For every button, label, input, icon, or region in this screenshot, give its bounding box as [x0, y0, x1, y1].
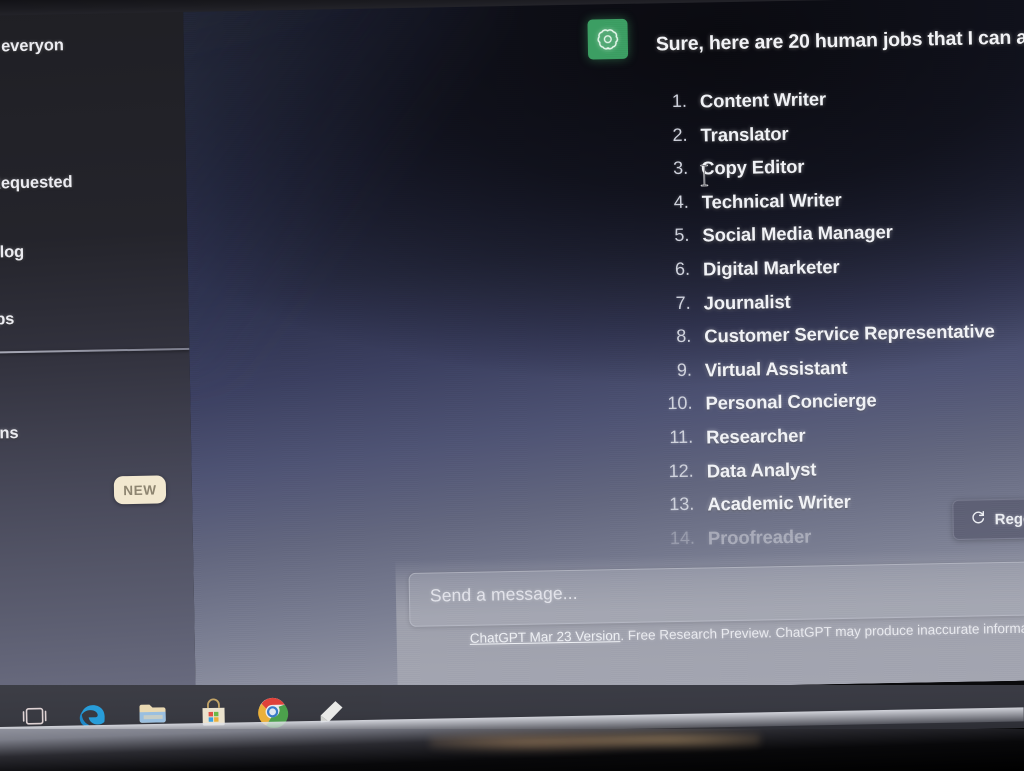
sidebar-menu-item-settings[interactable]: s [0, 539, 179, 570]
chat-pane: Sure, here are 20 human jobs that I can … [182, 0, 1024, 696]
sidebar-history-label: Website Requested [0, 173, 73, 194]
list-item-label: Content Writer [699, 88, 827, 112]
list-item-label: Digital Marketer [702, 255, 840, 280]
sidebar-history-item[interactable]: Money Tips [0, 307, 175, 338]
list-item-number: 3. [672, 157, 689, 179]
list-item-label: Journalist [703, 290, 791, 314]
list-item-label: Customer Service Representative [704, 320, 995, 347]
message-input-placeholder: Send a message... [429, 582, 578, 606]
sidebar-divider [0, 347, 190, 354]
windows-taskbar [0, 685, 1024, 771]
refresh-icon [970, 509, 985, 529]
list-item-label: Virtual Assistant [704, 356, 848, 381]
sidebar-history-label: lth affects everyon [0, 36, 64, 57]
list-item-number: 1. [671, 90, 688, 112]
new-badge-label: NEW [123, 482, 157, 498]
browser-screen: lth affects everyon ving tips. Website R… [0, 0, 1024, 700]
status-badge-new: NEW [113, 475, 167, 505]
list-item-number: 10. [667, 393, 693, 414]
list-item-number: 4. [673, 191, 689, 212]
screen-glare [182, 0, 511, 387]
regenerate-response-button[interactable]: Regenerate response [952, 496, 1024, 540]
list-item-label: Data Analyst [706, 457, 817, 481]
sidebar-menu-item-log-out[interactable]: t [0, 651, 181, 682]
sidebar-menu-item-help[interactable]: p [0, 597, 180, 628]
sidebar-history-label: or Daily Blog [0, 242, 25, 263]
sidebar-history-item[interactable]: or Daily Blog [0, 240, 174, 271]
list-item-label: Translator [700, 122, 789, 146]
list-item-number: 2. [672, 124, 688, 145]
list-item-number: 14. [669, 527, 696, 548]
regenerate-response-label: Regenerate response [994, 508, 1024, 528]
assistant-job-list: 1. Content Writer 2. Translator 3. Copy … [647, 81, 1024, 561]
list-item-number: 7. [675, 292, 691, 313]
list-item-number: 11. [669, 426, 694, 448]
version-link[interactable]: ChatGPT Mar 23 Version [470, 628, 621, 646]
list-item-number: 5. [674, 225, 690, 246]
list-item-label: Academic Writer [707, 490, 851, 515]
list-item-label: Researcher [705, 424, 806, 448]
list-item-number: 12. [668, 460, 694, 481]
list-item-label: Copy Editor [700, 155, 805, 179]
list-item-number: 13. [669, 493, 695, 515]
list-item-number: 8. [676, 325, 692, 347]
list-item-label: Social Media Manager [702, 221, 893, 246]
sidebar-history-label: Money Tips [0, 310, 15, 330]
sidebar-menu-item-conversations[interactable]: nversations [0, 421, 177, 452]
list-item-label: Proofreader [707, 525, 812, 549]
list-item-number: 6. [674, 258, 691, 279]
list-item-number: 9. [676, 359, 693, 380]
openai-logo-icon [587, 18, 629, 60]
list-item-label: Personal Concierge [705, 389, 877, 414]
sidebar-history-item[interactable]: lth affects everyon [0, 34, 170, 65]
monitor-photo: lth affects everyon ving tips. Website R… [0, 0, 1024, 771]
sidebar-history-item[interactable]: Website Requested [0, 171, 173, 202]
sidebar: lth affects everyon ving tips. Website R… [0, 0, 196, 700]
sidebar-menu-label: nversations [0, 424, 19, 444]
bezel-reflection [430, 731, 760, 753]
sidebar-history-item[interactable]: ving tips. [0, 103, 171, 134]
assistant-message-intro: Sure, here are 20 human jobs that I can … [655, 25, 1024, 56]
list-item-label: Technical Writer [701, 188, 842, 213]
sidebar-menu-item-clear-conversations[interactable]: s [0, 363, 176, 394]
